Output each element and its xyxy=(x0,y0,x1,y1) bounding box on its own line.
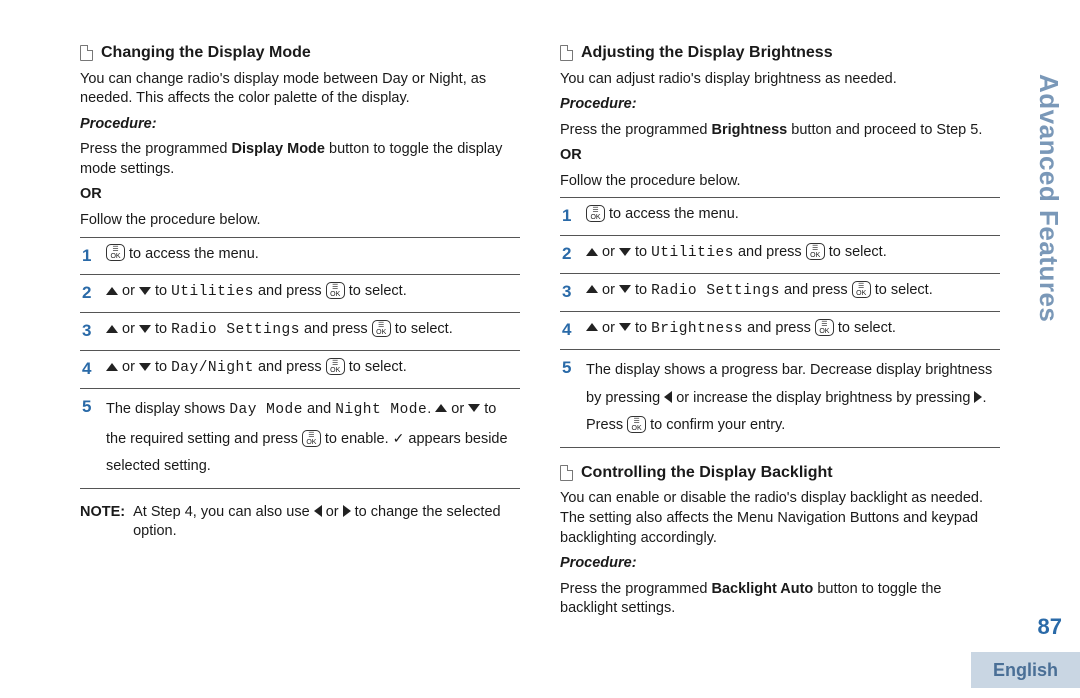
down-icon xyxy=(619,285,631,293)
procedure-label: Procedure: xyxy=(560,95,1000,115)
or-label: OR xyxy=(80,185,520,205)
procedure-label: Procedure: xyxy=(80,115,520,135)
down-icon xyxy=(468,404,480,412)
step-5: 5 The display shows a progress bar. Decr… xyxy=(560,350,1000,448)
heading-text: Changing the Display Mode xyxy=(101,42,311,64)
ok-icon: ☰OK xyxy=(815,319,834,336)
step-2: 2 or to Utilities and press ☰OK to selec… xyxy=(80,275,520,313)
heading-text: Adjusting the Display Brightness xyxy=(581,42,833,64)
right-icon xyxy=(974,391,982,403)
intro-text: You can enable or disable the radio's di… xyxy=(560,489,1000,548)
ok-icon: ☰OK xyxy=(302,430,321,447)
section-heading: Adjusting the Display Brightness xyxy=(560,42,1000,64)
procedure-press: Press the programmed Display Mode button… xyxy=(80,140,520,179)
document-icon xyxy=(80,45,93,61)
down-icon xyxy=(139,325,151,333)
ok-icon: ☰OK xyxy=(372,320,391,337)
step-5: 5 The display shows Day Mode and Night M… xyxy=(80,389,520,489)
step-list: 1 ☰OK to access the menu. 2 or to Utilit… xyxy=(80,237,520,489)
ok-icon: ☰OK xyxy=(106,244,125,261)
side-section-title: Advanced Features xyxy=(1031,74,1066,322)
step-1: 1 ☰OK to access the menu. xyxy=(80,238,520,276)
ok-icon: ☰OK xyxy=(326,358,345,375)
language-tab: English xyxy=(971,652,1080,688)
up-icon xyxy=(106,287,118,295)
intro-text: You can change radio's display mode betw… xyxy=(80,70,520,109)
down-icon xyxy=(139,287,151,295)
up-icon xyxy=(106,325,118,333)
procedure-follow: Follow the procedure below. xyxy=(560,172,1000,192)
down-icon xyxy=(619,248,631,256)
step-4: 4 or to Brightness and press ☰OK to sele… xyxy=(560,312,1000,350)
ok-icon: ☰OK xyxy=(852,281,871,298)
ok-icon: ☰OK xyxy=(806,243,825,260)
document-icon xyxy=(560,465,573,481)
page-number: 87 xyxy=(1038,612,1062,642)
page: Changing the Display Mode You can change… xyxy=(0,0,1080,625)
document-icon xyxy=(560,45,573,61)
step-1: 1 ☰OK to access the menu. xyxy=(560,198,1000,236)
right-column: Adjusting the Display Brightness You can… xyxy=(560,42,1000,625)
up-icon xyxy=(586,248,598,256)
left-icon xyxy=(664,391,672,403)
step-list: 1 ☰OK to access the menu. 2 or to Utilit… xyxy=(560,197,1000,447)
up-icon xyxy=(435,404,447,412)
up-icon xyxy=(106,363,118,371)
down-icon xyxy=(139,363,151,371)
ok-icon: ☰OK xyxy=(586,205,605,222)
heading-text: Controlling the Display Backlight xyxy=(581,462,833,484)
note: NOTE: At Step 4, you can also use or to … xyxy=(80,503,520,542)
step-2: 2 or to Utilities and press ☰OK to selec… xyxy=(560,236,1000,274)
procedure-follow: Follow the procedure below. xyxy=(80,211,520,231)
ok-icon: ☰OK xyxy=(627,416,646,433)
procedure-press: Press the programmed Backlight Auto butt… xyxy=(560,580,1000,619)
left-icon xyxy=(314,505,322,517)
right-icon xyxy=(343,505,351,517)
section-heading: Controlling the Display Backlight xyxy=(560,462,1000,484)
intro-text: You can adjust radio's display brightnes… xyxy=(560,70,1000,90)
up-icon xyxy=(586,323,598,331)
up-icon xyxy=(586,285,598,293)
step-3: 3 or to Radio Settings and press ☰OK to … xyxy=(560,274,1000,312)
section-heading: Changing the Display Mode xyxy=(80,42,520,64)
check-icon xyxy=(393,431,405,447)
step-3: 3 or to Radio Settings and press ☰OK to … xyxy=(80,313,520,351)
down-icon xyxy=(619,323,631,331)
or-label: OR xyxy=(560,146,1000,166)
procedure-press: Press the programmed Brightness button a… xyxy=(560,121,1000,141)
left-column: Changing the Display Mode You can change… xyxy=(80,42,520,625)
procedure-label: Procedure: xyxy=(560,554,1000,574)
step-4: 4 or to Day/Night and press ☰OK to selec… xyxy=(80,351,520,389)
ok-icon: ☰OK xyxy=(326,282,345,299)
